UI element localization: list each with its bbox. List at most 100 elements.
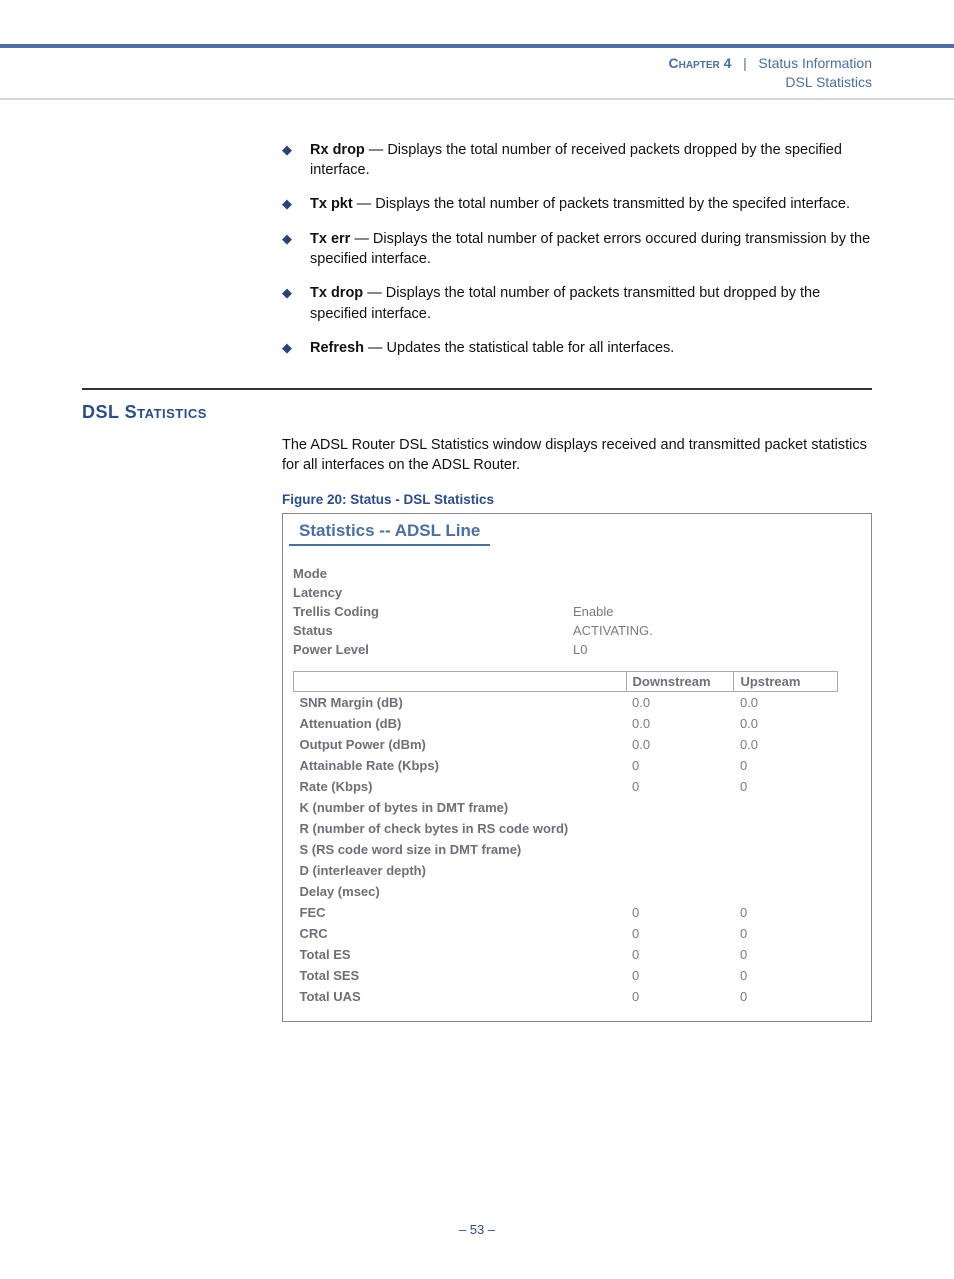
row-downstream <box>626 860 734 881</box>
screenshot-panel: Statistics -- ADSL Line Mode Latency Tre… <box>282 513 872 1022</box>
definition-item: Refresh — Updates the statistical table … <box>282 338 872 358</box>
prop-label: Power Level <box>293 642 573 657</box>
term-desc: — Displays the total number of packets t… <box>353 196 850 212</box>
term: Refresh <box>310 340 364 356</box>
definition-item: Tx pkt — Displays the total number of pa… <box>282 194 872 214</box>
row-upstream <box>734 797 838 818</box>
row-upstream: 0 <box>734 776 838 797</box>
row-downstream: 0 <box>626 965 734 986</box>
prop-label: Trellis Coding <box>293 604 573 619</box>
term: Tx err <box>310 231 350 247</box>
prop-value: L0 <box>573 642 587 657</box>
table-header-row: Downstream Upstream <box>294 671 838 691</box>
row-label: Output Power (dBm) <box>294 734 627 755</box>
definition-item: Rx drop — Displays the total number of r… <box>282 140 872 181</box>
row-label: SNR Margin (dB) <box>294 691 627 713</box>
screenshot-body: Mode Latency Trellis Coding Enable Statu… <box>283 546 871 1021</box>
term: Tx drop <box>310 285 363 301</box>
row-upstream <box>734 881 838 902</box>
row-label: Attenuation (dB) <box>294 713 627 734</box>
row-downstream: 0 <box>626 902 734 923</box>
table-row: Total SES00 <box>294 965 838 986</box>
row-upstream: 0 <box>734 902 838 923</box>
table-row: Rate (Kbps)00 <box>294 776 838 797</box>
row-upstream: 0 <box>734 923 838 944</box>
row-upstream <box>734 818 838 839</box>
row-downstream <box>626 839 734 860</box>
row-label: FEC <box>294 902 627 923</box>
table-row: FEC00 <box>294 902 838 923</box>
row-label: Delay (msec) <box>294 881 627 902</box>
table-row: Attainable Rate (Kbps)00 <box>294 755 838 776</box>
table-row: S (RS code word size in DMT frame) <box>294 839 838 860</box>
row-downstream: 0.0 <box>626 713 734 734</box>
row-downstream <box>626 881 734 902</box>
row-label: S (RS code word size in DMT frame) <box>294 839 627 860</box>
definition-list: Rx drop — Displays the total number of r… <box>282 140 872 358</box>
row-upstream: 0.0 <box>734 691 838 713</box>
term-desc: — Updates the statistical table for all … <box>364 340 674 356</box>
definition-item: Tx err — Displays the total number of pa… <box>282 229 872 270</box>
prop-label: Mode <box>293 566 573 581</box>
running-header: Chapter 4 | Status Information DSL Stati… <box>0 48 954 92</box>
prop-value: Enable <box>573 604 613 619</box>
table-row: R (number of check bytes in RS code word… <box>294 818 838 839</box>
prop-row: Mode <box>293 566 861 581</box>
prop-label: Latency <box>293 585 573 600</box>
row-downstream <box>626 818 734 839</box>
row-downstream: 0 <box>626 923 734 944</box>
section-label: Status Information <box>758 55 872 71</box>
statistics-table: Downstream Upstream SNR Margin (dB)0.00.… <box>293 671 838 1007</box>
row-label: K (number of bytes in DMT frame) <box>294 797 627 818</box>
term: Tx pkt <box>310 196 353 212</box>
table-row: K (number of bytes in DMT frame) <box>294 797 838 818</box>
row-label: Total ES <box>294 944 627 965</box>
header-separator: | <box>743 55 747 71</box>
table-row: Delay (msec) <box>294 881 838 902</box>
row-downstream: 0 <box>626 776 734 797</box>
content-area: Rx drop — Displays the total number of r… <box>0 100 954 1022</box>
table-row: Total UAS00 <box>294 986 838 1007</box>
term-desc: — Displays the total number of packet er… <box>310 231 870 267</box>
row-downstream: 0 <box>626 755 734 776</box>
row-upstream: 0 <box>734 965 838 986</box>
figure-caption: Figure 20: Status - DSL Statistics <box>282 492 872 507</box>
row-label: D (interleaver depth) <box>294 860 627 881</box>
row-upstream: 0 <box>734 986 838 1007</box>
intro-paragraph: The ADSL Router DSL Statistics window di… <box>282 435 872 476</box>
col-header-downstream: Downstream <box>626 671 734 691</box>
row-upstream: 0.0 <box>734 713 838 734</box>
chapter-label: Chapter 4 <box>668 55 731 71</box>
col-header-blank <box>294 671 627 691</box>
row-downstream: 0 <box>626 944 734 965</box>
prop-label: Status <box>293 623 573 638</box>
section-heading: DSL Statistics <box>82 402 872 423</box>
prop-row: Trellis Coding Enable <box>293 604 861 619</box>
row-upstream: 0 <box>734 755 838 776</box>
term-desc: — Displays the total number of packets t… <box>310 285 820 321</box>
col-header-upstream: Upstream <box>734 671 838 691</box>
term-desc: — Displays the total number of received … <box>310 142 842 178</box>
prop-row: Latency <box>293 585 861 600</box>
row-label: Rate (Kbps) <box>294 776 627 797</box>
row-downstream <box>626 797 734 818</box>
row-label: Total UAS <box>294 986 627 1007</box>
table-row: Attenuation (dB)0.00.0 <box>294 713 838 734</box>
prop-row: Status ACTIVATING. <box>293 623 861 638</box>
page: Chapter 4 | Status Information DSL Stati… <box>0 44 954 1279</box>
row-label: CRC <box>294 923 627 944</box>
table-row: Output Power (dBm)0.00.0 <box>294 734 838 755</box>
row-upstream: 0.0 <box>734 734 838 755</box>
term: Rx drop <box>310 142 365 158</box>
row-label: Attainable Rate (Kbps) <box>294 755 627 776</box>
row-label: Total SES <box>294 965 627 986</box>
table-row: D (interleaver depth) <box>294 860 838 881</box>
definition-item: Tx drop — Displays the total number of p… <box>282 283 872 324</box>
row-downstream: 0 <box>626 986 734 1007</box>
table-row: Total ES00 <box>294 944 838 965</box>
row-upstream <box>734 839 838 860</box>
table-row: CRC00 <box>294 923 838 944</box>
screenshot-title: Statistics -- ADSL Line <box>289 516 490 546</box>
row-downstream: 0.0 <box>626 691 734 713</box>
row-label: R (number of check bytes in RS code word… <box>294 818 627 839</box>
